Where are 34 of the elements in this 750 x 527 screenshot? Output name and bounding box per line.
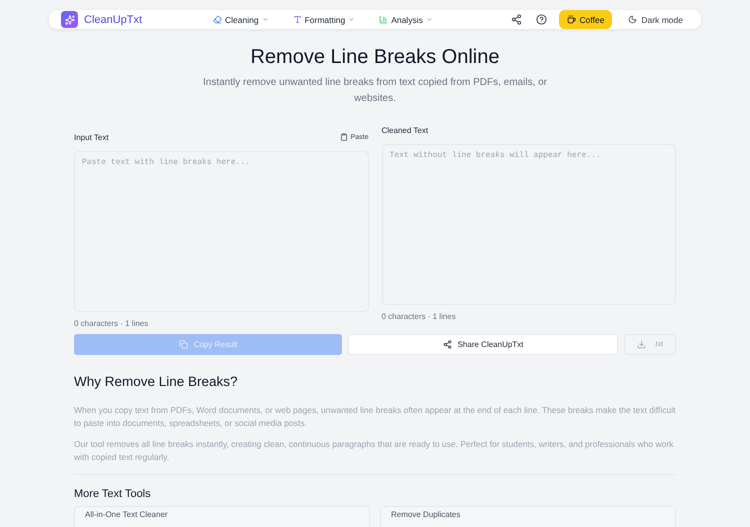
share-app-button[interactable]: Share CleanUpTxt xyxy=(348,334,618,355)
output-label: Cleaned Text xyxy=(382,126,428,134)
text-icon xyxy=(292,15,302,24)
copy-icon xyxy=(178,340,188,349)
tool-card[interactable]: All-in-One Text Cleaner xyxy=(74,506,370,527)
dark-mode-button[interactable]: Dark mode xyxy=(622,14,689,26)
chevron-icon xyxy=(348,16,356,23)
share-icon xyxy=(442,340,452,349)
eraser-icon xyxy=(213,15,222,24)
nav-menu[interactable]: Formatting xyxy=(290,12,358,26)
nav-menu[interactable]: Cleaning xyxy=(211,12,271,26)
bar-chart-icon xyxy=(379,15,388,24)
download-icon xyxy=(636,340,646,349)
output-field[interactable]: Text without line breaks will appear here... xyxy=(382,144,676,305)
page-title: Remove Line Breaks Online xyxy=(250,46,500,69)
input-label: Input Text xyxy=(74,132,109,142)
paragraph: When you copy text from PDFs, Word documents, or web pages, unwanted line breaks often appear at the end of each line. These breaks make the text difficult to paste into documents, spreadsheets, or social media posts. xyxy=(74,404,676,430)
moon-icon xyxy=(628,15,638,24)
character-count: 0 characters · 1 lines xyxy=(74,319,150,328)
coffee-icon xyxy=(566,15,576,24)
section-heading: Why Remove Line Breaks? xyxy=(74,374,239,389)
chevron-icon xyxy=(426,16,433,23)
coffee-button[interactable]: Coffee xyxy=(558,10,612,29)
tool-card[interactable]: Remove Duplicates xyxy=(380,506,676,527)
clipboard-icon xyxy=(340,133,348,141)
section-heading: More Text Tools xyxy=(74,488,152,500)
paragraph: Our tool removes all line breaks instantly, creating clean, continuous paragraphs that are ready to use. Perfect for students, writers, and professionals who work with copied text regularly. xyxy=(74,438,674,464)
character-count: 0 characters · 1 lines xyxy=(382,312,457,321)
page-subtitle: Instantly remove unwanted line breaks from text copied from PDFs, emails, or websites. xyxy=(202,76,548,106)
help-button[interactable] xyxy=(534,12,549,27)
input-field[interactable]: Paste text with line breaks here... xyxy=(74,151,368,312)
chevron-icon xyxy=(262,16,269,23)
brand-name[interactable]: CleanUpTxt xyxy=(84,14,142,26)
nav-menu[interactable]: Analysis xyxy=(377,12,435,26)
